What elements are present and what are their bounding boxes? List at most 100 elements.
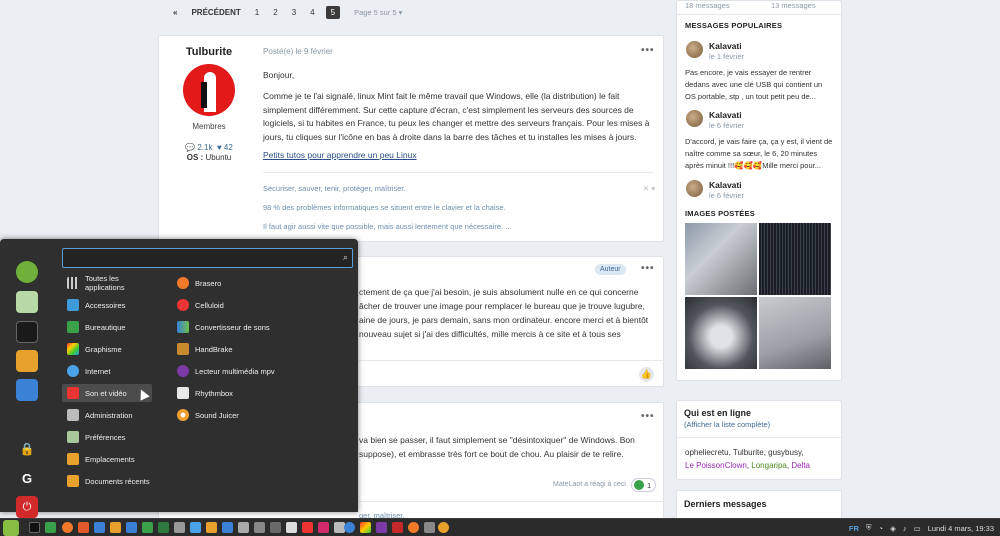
app-rhythmbox[interactable]: Rhythmbox (172, 384, 352, 402)
pagination-prev[interactable]: PRÉCÉDENT (188, 6, 243, 19)
terminal-icon[interactable] (16, 321, 38, 343)
app-mpv[interactable]: Lecteur multimédia mpv (172, 362, 352, 380)
app-icon[interactable] (376, 522, 387, 533)
pagination-page-4[interactable]: 4 (307, 6, 317, 19)
update-icon[interactable]: ◈ (890, 524, 896, 533)
writer-icon[interactable] (126, 522, 137, 533)
app-brasero[interactable]: Brasero (172, 274, 352, 292)
keyboard-layout[interactable]: FR (849, 524, 859, 533)
post-options-button[interactable]: ••• (641, 45, 655, 56)
posted-image-3[interactable] (685, 297, 757, 369)
category-recent[interactable]: Documents récents (62, 472, 152, 490)
clock[interactable]: Lundi 4 mars, 19:33 (928, 524, 994, 533)
app-icon[interactable] (438, 522, 449, 533)
app-icon[interactable] (174, 522, 185, 533)
category-all[interactable]: Toutes les applications (62, 274, 152, 292)
post-date[interactable]: Posté(e) le 9 février (263, 47, 333, 56)
author-name[interactable]: Tulburite (159, 46, 259, 58)
popular-text-1[interactable]: Pas encore, je vais essayer de rentrer d… (685, 67, 835, 103)
popular-user-3[interactable]: Kalavati (709, 180, 742, 190)
category-internet[interactable]: Internet (62, 362, 152, 380)
folder-icon[interactable] (16, 350, 38, 372)
who-is-online: Qui est en ligne (Afficher la liste comp… (676, 400, 842, 480)
app-icon[interactable] (222, 522, 233, 533)
lock-icon[interactable]: 🔒 (16, 438, 38, 460)
reaction-text[interactable]: MateLaot a réagi à ceci (553, 481, 626, 488)
category-accessories[interactable]: Accessoires (62, 296, 152, 314)
avatar[interactable] (686, 41, 703, 58)
menu-search-input[interactable]: ⌕ (62, 248, 353, 268)
pagination-page-2[interactable]: 2 (270, 6, 280, 19)
app-sound-juicer[interactable]: Sound Juicer (172, 406, 352, 424)
app-icon[interactable] (286, 522, 297, 533)
category-preferences[interactable]: Préférences (62, 428, 152, 446)
app-icon[interactable] (424, 522, 435, 533)
posted-image-1[interactable] (685, 223, 757, 295)
online-user-b[interactable]: Longaripa (751, 461, 787, 470)
app-icon[interactable] (318, 522, 329, 533)
category-graphics[interactable]: Graphisme (62, 340, 152, 358)
firefox-icon[interactable] (62, 522, 73, 533)
app-icon[interactable] (206, 522, 217, 533)
like-icon[interactable]: 👍 (639, 367, 654, 382)
popular-date-2: le 6 février (709, 121, 745, 130)
terminal-icon[interactable] (29, 522, 40, 533)
app-icon[interactable] (408, 522, 419, 533)
calc-icon[interactable] (142, 522, 153, 533)
brasero-icon (177, 277, 189, 289)
logout-icon[interactable]: G (16, 467, 38, 489)
shield-icon[interactable]: ⛨ (866, 523, 872, 533)
author-role: Membres (192, 122, 226, 131)
online-view-all-link[interactable]: (Afficher la liste complète) (684, 420, 770, 429)
posted-image-4[interactable] (759, 297, 831, 369)
app-sound-converter[interactable]: Convertisseur de sons (172, 318, 352, 336)
app-icon[interactable] (190, 522, 201, 533)
battery-icon[interactable]: ▭ (914, 524, 921, 533)
app-celluloid[interactable]: Celluloid (172, 296, 352, 314)
post-options-button[interactable]: ••• (641, 263, 655, 274)
software-manager-icon[interactable] (16, 291, 38, 313)
post-link[interactable]: Petits tutos pour apprendre un peu Linux (263, 150, 417, 160)
brave-icon[interactable] (78, 522, 89, 533)
popular-text-2[interactable]: D'accord, je vais faire ça, ça y est, il… (685, 136, 835, 172)
category-office[interactable]: Bureautique (62, 318, 152, 336)
online-users[interactable]: opheliecretu, Tulburite, gusybusy, (685, 448, 804, 457)
app-icon[interactable] (45, 522, 56, 533)
avatar[interactable] (686, 180, 703, 197)
folder-icon[interactable] (110, 522, 121, 533)
reaction-badge[interactable]: 1 (631, 478, 657, 492)
pagination-first[interactable]: « (170, 6, 180, 19)
volume-icon[interactable]: ♪ (903, 524, 907, 533)
app-icon[interactable] (238, 522, 249, 533)
settings-icon[interactable] (254, 522, 265, 533)
author-posts: 2.1k (197, 143, 213, 152)
category-administration[interactable]: Administration (62, 406, 152, 424)
pagination-page-1[interactable]: 1 (252, 6, 262, 19)
pagination-page-current[interactable]: 5 (325, 5, 341, 19)
app-icon[interactable] (360, 522, 371, 533)
mint-menu-icon[interactable] (3, 520, 19, 536)
pagination-page-of[interactable]: Page 5 sur 5 ▾ (354, 8, 402, 17)
mail-icon[interactable] (94, 522, 105, 533)
app-icon[interactable] (392, 522, 403, 533)
posted-image-2[interactable] (759, 223, 831, 295)
online-user-c[interactable]: Delta (791, 461, 810, 470)
spreadsheet-icon[interactable] (158, 522, 169, 533)
online-user-a[interactable]: Le PoissonClown (685, 461, 747, 470)
wifi-icon[interactable]: ◔ (879, 524, 884, 533)
popular-user-2[interactable]: Kalavati (709, 110, 742, 120)
mail-icon[interactable] (16, 379, 38, 401)
app-icon[interactable] (302, 522, 313, 533)
app-icon[interactable] (270, 522, 281, 533)
firefox-icon[interactable] (16, 261, 38, 283)
app-icon[interactable] (344, 522, 355, 533)
avatar[interactable] (686, 110, 703, 127)
signature-close-icon[interactable]: ✕ ▾ (643, 184, 655, 193)
app-handbrake[interactable]: HandBrake (172, 340, 352, 358)
category-places[interactable]: Emplacements (62, 450, 152, 468)
popular-user-1[interactable]: Kalavati (709, 41, 742, 51)
avatar[interactable] (183, 64, 235, 116)
power-icon[interactable]: ⏻ (16, 496, 38, 518)
post-options-button[interactable]: ••• (641, 411, 655, 422)
pagination-page-3[interactable]: 3 (289, 6, 299, 19)
